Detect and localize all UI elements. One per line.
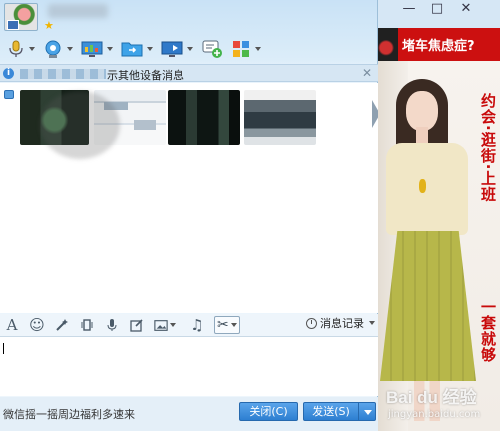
promo-link[interactable]: 微信摇一摇周边福利多速来 (3, 406, 135, 422)
image-thumbnail[interactable] (168, 90, 240, 145)
screen-share-icon (81, 41, 103, 57)
chevron-down-icon (147, 47, 153, 51)
remote-desktop-icon (161, 41, 183, 57)
message-history[interactable] (0, 83, 378, 313)
image-thumbnail[interactable] (244, 90, 316, 145)
text-cursor (3, 343, 4, 354)
notice-text[interactable]: 示其他设备消息 (107, 67, 184, 83)
necklace-pendant (419, 179, 426, 193)
ad-banner[interactable]: 堵车焦虑症? (378, 28, 500, 61)
vibrate-icon[interactable] (79, 317, 95, 333)
screenshot-button[interactable]: ✂ (214, 316, 240, 334)
ad-panel: 堵车焦虑症? 约会·逛街·上班 一套就够 (378, 0, 500, 431)
create-group-button[interactable] (200, 37, 224, 61)
chevron-down-icon (187, 47, 193, 51)
microphone-icon (9, 40, 23, 57)
screen-share-button[interactable] (80, 37, 114, 61)
clock-icon (306, 317, 317, 329)
ad-banner-text: 堵车焦虑症? (402, 39, 475, 54)
music-icon[interactable]: ♫ (189, 316, 205, 334)
contact-avatar[interactable] (4, 3, 38, 31)
notice-text-blurred (20, 69, 106, 79)
video-call-button[interactable] (42, 37, 74, 61)
chevron-down-icon (29, 47, 35, 51)
chevron-down-icon (230, 323, 237, 327)
chat-toolbar (0, 36, 378, 62)
thumbnail-detail (134, 120, 156, 130)
chevron-down-icon (255, 47, 261, 51)
chat-add-icon (202, 40, 222, 58)
chevron-down-icon (67, 47, 73, 51)
font-icon[interactable]: A (4, 316, 20, 334)
emoji-icon[interactable]: ☺ (29, 316, 45, 334)
apps-button[interactable] (230, 37, 262, 61)
close-icon[interactable]: ✕ (362, 66, 372, 80)
notice-bar: i 示其他设备消息 ✕ (0, 64, 378, 82)
image-icon[interactable] (154, 317, 176, 333)
close-window-button[interactable]: ✕ (455, 0, 477, 20)
file-transfer-icon (121, 42, 143, 57)
model-face (406, 91, 438, 131)
chevron-down-icon (107, 47, 113, 51)
privacy-blur (40, 91, 120, 159)
apps-grid-icon (233, 41, 249, 57)
model-top (386, 143, 468, 235)
file-transfer-button[interactable] (120, 37, 154, 61)
baidu-watermark: Bai du 经验 jingyan.baidu.com (386, 383, 496, 429)
webcam-icon (45, 40, 61, 58)
chevron-down-icon (170, 323, 176, 327)
watermark-url: jingyan.baidu.com (388, 409, 481, 420)
status-badge (7, 20, 19, 30)
send-button[interactable]: 发送(S) (303, 402, 359, 421)
bottom-bar: 微信摇一摇周边福利多速来 关闭(C) 发送(S) (0, 397, 378, 431)
message-input[interactable] (0, 336, 378, 396)
voice-call-button[interactable] (6, 37, 36, 61)
baidu-logo: Bai du 经验 (386, 388, 477, 407)
sender-avatar-icon (4, 90, 14, 99)
title-bar: ★ (0, 0, 378, 34)
magic-wand-icon[interactable] (54, 317, 70, 333)
ad-image[interactable]: 约会·逛街·上班 一套就够 (378, 61, 500, 431)
scissors-icon: ✂ (217, 317, 229, 333)
chevron-down-icon (369, 321, 375, 325)
send-options-dropdown[interactable] (358, 402, 376, 421)
maximize-button[interactable]: □ (426, 0, 448, 20)
contact-name-blurred (48, 4, 108, 18)
ad-slogan: 约会·逛街·上班 (479, 93, 497, 203)
remote-desktop-button[interactable] (160, 37, 194, 61)
ad-slogan: 一套就够 (479, 299, 497, 363)
history-label: 消息记录 (320, 317, 364, 330)
voice-message-icon[interactable] (104, 317, 120, 333)
info-icon: i (3, 68, 14, 79)
minimize-button[interactable]: — (398, 0, 420, 20)
car-image (378, 28, 398, 61)
star-icon[interactable]: ★ (44, 20, 54, 31)
close-button[interactable]: 关闭(C) (239, 402, 298, 421)
message-history-button[interactable]: 消息记录 (306, 315, 375, 331)
edit-icon[interactable] (129, 317, 145, 333)
chat-window: ★ i 示其他设备消息 ✕ A ☺ ♫ ✂ 消息记录 微信摇一摇周边福利多速来 … (0, 0, 380, 431)
